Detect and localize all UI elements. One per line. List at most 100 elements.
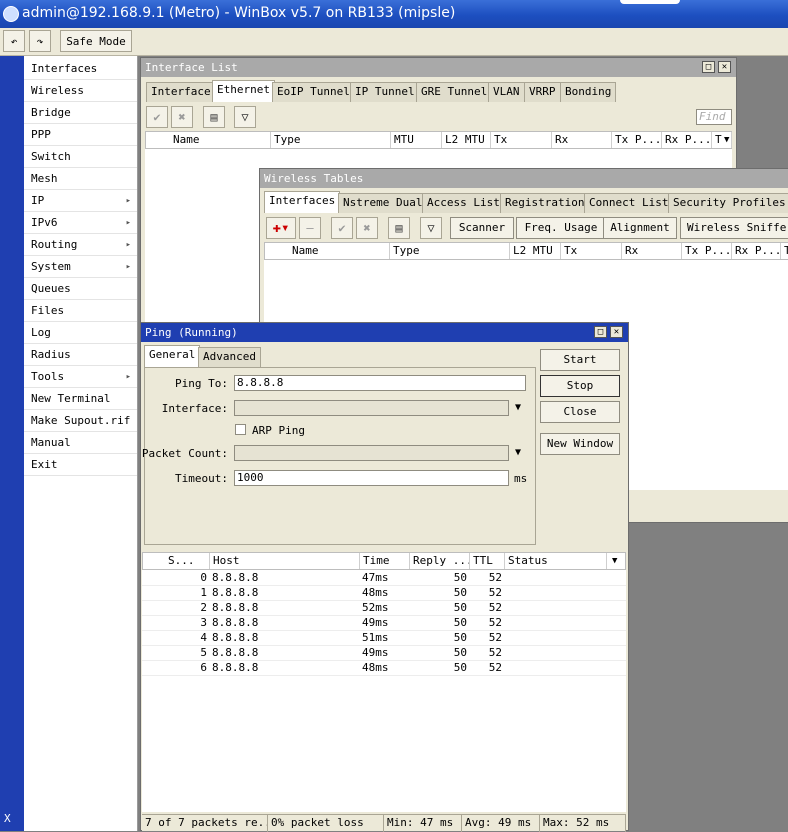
start-button[interactable]: Start (540, 349, 620, 371)
column-header-tx-p[interactable]: Tx P... (682, 243, 732, 259)
maximize-button[interactable]: □ (702, 61, 715, 73)
redo-button[interactable]: ↷ (29, 30, 51, 52)
tab-connect-list[interactable]: Connect List (584, 193, 674, 213)
menu-item-exit[interactable]: Exit (24, 454, 137, 476)
column-menu-icon[interactable]: ▼ (609, 553, 625, 569)
enable-button[interactable]: ✔ (331, 217, 353, 239)
interface-field[interactable] (234, 400, 509, 416)
menu-item-switch[interactable]: Switch (24, 146, 137, 168)
column-header-type[interactable]: Type (390, 243, 510, 259)
column-header-host[interactable]: Host (210, 553, 360, 569)
column-header-type[interactable]: Type (271, 132, 391, 148)
tab-security-profiles[interactable]: Security Profiles (668, 193, 788, 213)
menu-item-interfaces[interactable]: Interfaces (24, 58, 137, 80)
wireless-tables-title[interactable]: Wireless Tables (260, 169, 788, 188)
column-header-mtu[interactable]: MTU (391, 132, 442, 148)
find-input[interactable]: Find (696, 109, 732, 125)
wireless-sniffer-button[interactable]: Wireless Sniffer (680, 217, 788, 239)
close-button[interactable]: Close (540, 401, 620, 423)
column-header-tx[interactable]: Tx (491, 132, 552, 148)
column-header-time[interactable]: Time (360, 553, 410, 569)
tab-access-list[interactable]: Access List (422, 193, 505, 213)
arp-ping-checkbox[interactable] (235, 424, 246, 435)
column-header-status[interactable]: Status (505, 553, 607, 569)
tab-vlan[interactable]: VLAN (488, 82, 525, 102)
new-window-button[interactable]: New Window (540, 433, 620, 455)
table-row[interactable]: 0 8.8.8.8 47ms 50 52 (142, 570, 626, 586)
window-controls[interactable] (620, 0, 680, 4)
column-header-name[interactable]: Name (170, 132, 271, 148)
disable-button[interactable]: ✖ (171, 106, 193, 128)
filter-button[interactable]: ▽ (420, 217, 442, 239)
menu-item-bridge[interactable]: Bridge (24, 102, 137, 124)
menu-item-tools[interactable]: Tools ▸ (24, 366, 137, 388)
menu-item-log[interactable]: Log (24, 322, 137, 344)
close-button[interactable]: ✕ (718, 61, 731, 73)
scanner-button[interactable]: Scanner (450, 217, 514, 239)
table-row[interactable]: 5 8.8.8.8 49ms 50 52 (142, 645, 626, 661)
menu-item-new-terminal[interactable]: New Terminal (24, 388, 137, 410)
add-button[interactable]: ✚▾ (266, 217, 296, 239)
filter-button[interactable]: ▽ (234, 106, 256, 128)
menu-item-queues[interactable]: Queues (24, 278, 137, 300)
maximize-button[interactable]: □ (594, 326, 607, 338)
menu-item-wireless[interactable]: Wireless (24, 80, 137, 102)
table-row[interactable]: 1 8.8.8.8 48ms 50 52 (142, 585, 626, 601)
column-header-rx-p[interactable]: Rx P... (662, 132, 712, 148)
menu-item-mesh[interactable]: Mesh (24, 168, 137, 190)
interface-list-title[interactable]: Interface List (141, 58, 736, 77)
column-header-reply[interactable]: Reply ... (410, 553, 470, 569)
menu-item-files[interactable]: Files (24, 300, 137, 322)
tab-interfaces[interactable]: Interfaces (264, 191, 341, 213)
tab-general[interactable]: General (144, 345, 201, 367)
column-header-name[interactable]: Name (289, 243, 390, 259)
table-row[interactable]: 3 8.8.8.8 49ms 50 52 (142, 615, 626, 631)
menu-item-system[interactable]: System ▸ (24, 256, 137, 278)
menu-item-ppp[interactable]: PPP (24, 124, 137, 146)
undo-button[interactable]: ↶ (3, 30, 25, 52)
column-header-t[interactable]: T (781, 243, 788, 259)
column-header-rx-p[interactable]: Rx P... (732, 243, 781, 259)
column-header-tx[interactable]: Tx (561, 243, 622, 259)
menu-item-manual[interactable]: Manual (24, 432, 137, 454)
packet-count-field[interactable] (234, 445, 509, 461)
menu-item-ipv6[interactable]: IPv6 ▸ (24, 212, 137, 234)
column-header-s[interactable]: S... (165, 553, 210, 569)
stop-button[interactable]: Stop (540, 375, 620, 397)
ping-to-field[interactable]: 8.8.8.8 (234, 375, 526, 391)
alignment-button[interactable]: Alignment (603, 217, 677, 239)
tab-eoip-tunnel[interactable]: EoIP Tunnel (272, 82, 355, 102)
column-menu-icon[interactable]: ▼ (721, 132, 733, 148)
column-header-ttl[interactable]: TTL (470, 553, 505, 569)
table-row[interactable]: 4 8.8.8.8 51ms 50 52 (142, 630, 626, 646)
close-button[interactable]: ✕ (610, 326, 623, 338)
comment-button[interactable]: ▤ (388, 217, 410, 239)
column-header-rx[interactable]: Rx (552, 132, 612, 148)
tab-gre-tunnel[interactable]: GRE Tunnel (416, 82, 493, 102)
column-header-rx[interactable]: Rx (622, 243, 682, 259)
menu-item-routing[interactable]: Routing ▸ (24, 234, 137, 256)
ping-title[interactable]: Ping (Running) (141, 323, 628, 342)
comment-button[interactable]: ▤ (203, 106, 225, 128)
tab-ethernet[interactable]: Ethernet (212, 80, 275, 102)
table-row[interactable]: 2 8.8.8.8 52ms 50 52 (142, 600, 626, 616)
table-row[interactable]: 6 8.8.8.8 48ms 50 52 (142, 660, 626, 676)
tab-vrrp[interactable]: VRRP (524, 82, 561, 102)
tab-ip-tunnel[interactable]: IP Tunnel (350, 82, 420, 102)
disable-button[interactable]: ✖ (356, 217, 378, 239)
packet-count-dropdown-icon[interactable]: ▼ (515, 447, 521, 458)
remove-button[interactable]: — (299, 217, 321, 239)
tab-interface[interactable]: Interface (146, 82, 216, 102)
column-header-l2-mtu[interactable]: L2 MTU (510, 243, 561, 259)
menu-item-make-supout-rif[interactable]: Make Supout.rif (24, 410, 137, 432)
tab-bonding[interactable]: Bonding (560, 82, 617, 102)
column-header-tx-p[interactable]: Tx P... (612, 132, 662, 148)
freq-usage-button[interactable]: Freq. Usage (516, 217, 606, 239)
safe-mode-button[interactable]: Safe Mode (60, 30, 132, 52)
tab-registration[interactable]: Registration (500, 193, 590, 213)
menu-item-radius[interactable]: Radius (24, 344, 137, 366)
menu-item-ip[interactable]: IP ▸ (24, 190, 137, 212)
timeout-field[interactable]: 1000 (234, 470, 509, 486)
column-header-l2-mtu[interactable]: L2 MTU (442, 132, 491, 148)
interface-dropdown-icon[interactable]: ▼ (515, 402, 521, 413)
